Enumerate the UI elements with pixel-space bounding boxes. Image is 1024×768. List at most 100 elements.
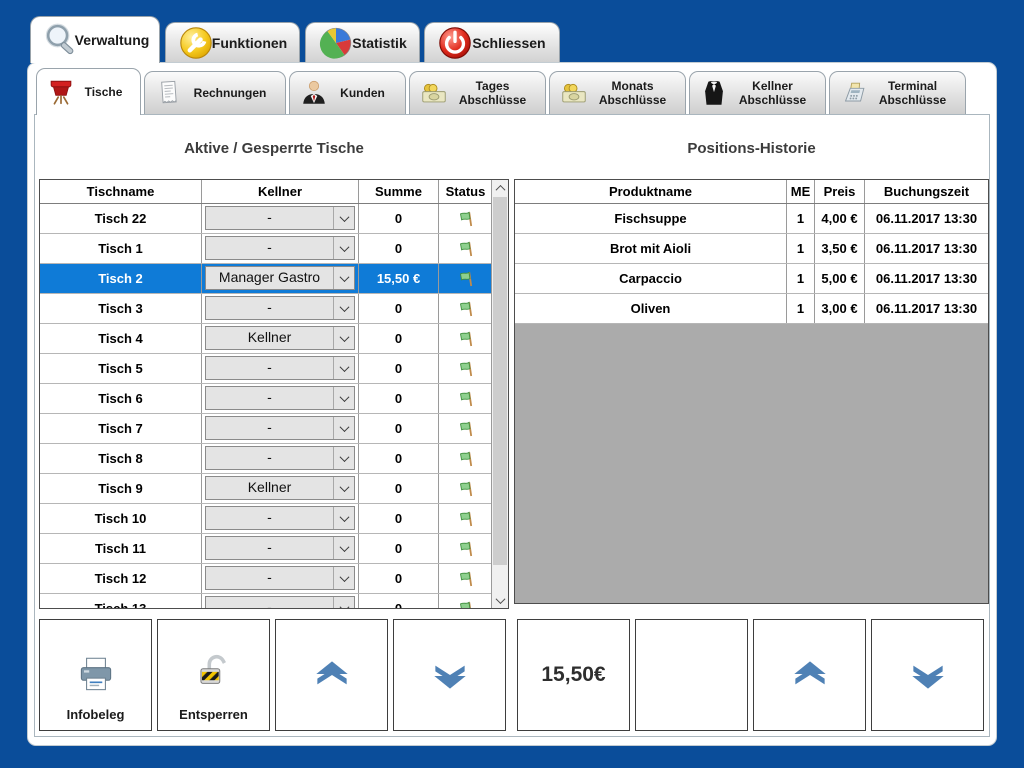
receipt-icon: [154, 78, 184, 108]
table-name-cell: Tisch 4: [40, 324, 202, 353]
double-chevron-down-icon: [905, 652, 951, 698]
table-row[interactable]: Tisch 2 Manager Gastro 15,50 €: [40, 264, 492, 294]
chevron-down-icon: [333, 447, 354, 469]
produkt-cell: Brot mit Aioli: [515, 234, 787, 263]
infobeleg-button[interactable]: Infobeleg: [39, 619, 152, 731]
table-row[interactable]: Tisch 11 - 0: [40, 534, 492, 564]
table-row[interactable]: Tisch 22 - 0: [40, 204, 492, 234]
chevron-down-icon: [333, 267, 354, 289]
waiter-icon: [699, 78, 729, 108]
history-row[interactable]: Fischsuppe 1 4,00 € 06.11.2017 13:30: [515, 204, 988, 234]
entsperren-button[interactable]: Entsperren: [157, 619, 270, 731]
terminal-icon: [839, 78, 869, 108]
table-name-cell: Tisch 9: [40, 474, 202, 503]
zeit-cell: 06.11.2017 13:30: [865, 204, 988, 233]
table-name-cell: Tisch 22: [40, 204, 202, 233]
kellner-select[interactable]: Kellner: [205, 326, 355, 350]
kellner-select[interactable]: -: [205, 416, 355, 440]
table-row[interactable]: Tisch 1 - 0: [40, 234, 492, 264]
kellner-select[interactable]: -: [205, 356, 355, 380]
kellner-select[interactable]: -: [205, 536, 355, 560]
app-window: Tische Rechnungen Kunden TagesAbschlüsse…: [27, 62, 997, 746]
status-cell: [439, 444, 492, 473]
table-row[interactable]: Tisch 6 - 0: [40, 384, 492, 414]
table-row[interactable]: Tisch 13 - 0: [40, 594, 492, 609]
scrollbar[interactable]: [491, 180, 508, 608]
kellner-select[interactable]: -: [205, 236, 355, 260]
tab-statistik[interactable]: Statistik: [305, 22, 420, 62]
chevron-down-icon: [333, 507, 354, 529]
table-row[interactable]: Tisch 12 - 0: [40, 564, 492, 594]
chevron-down-icon: [333, 327, 354, 349]
history-scroll-down-button[interactable]: [871, 619, 984, 731]
summe-cell: 0: [359, 354, 439, 383]
kellner-select[interactable]: -: [205, 566, 355, 590]
table-row[interactable]: Tisch 3 - 0: [40, 294, 492, 324]
tab-kunden[interactable]: Kunden: [289, 71, 406, 114]
kellner-select[interactable]: Manager Gastro: [205, 266, 355, 290]
summe-cell: 0: [359, 324, 439, 353]
tab-funktionen[interactable]: Funktionen: [165, 22, 300, 62]
summe-cell: 0: [359, 234, 439, 263]
empty-button[interactable]: [635, 619, 748, 731]
cash-icon: [559, 78, 589, 108]
kellner-select[interactable]: -: [205, 206, 355, 230]
table-name-cell: Tisch 11: [40, 534, 202, 563]
tab-kellner-abschluesse[interactable]: KellnerAbschlüsse: [689, 71, 826, 114]
table-icon: [46, 77, 76, 107]
kellner-select[interactable]: -: [205, 446, 355, 470]
table-row[interactable]: Tisch 4 Kellner 0: [40, 324, 492, 354]
status-cell: [439, 564, 492, 593]
summe-cell: 0: [359, 564, 439, 593]
summe-cell: 0: [359, 504, 439, 533]
kellner-cell: -: [202, 564, 359, 593]
cash-icon: [419, 78, 449, 108]
table-row[interactable]: Tisch 10 - 0: [40, 504, 492, 534]
tables-table: Tischname Kellner Summe Status Tisch 22 …: [39, 179, 509, 609]
history-row[interactable]: Carpaccio 1 5,00 € 06.11.2017 13:30: [515, 264, 988, 294]
status-cell: [439, 234, 492, 263]
tables-scroll-down-button[interactable]: [393, 619, 506, 731]
tab-schliessen[interactable]: Schliessen: [424, 22, 560, 62]
table-row[interactable]: Tisch 5 - 0: [40, 354, 492, 384]
tab-rechnungen[interactable]: Rechnungen: [144, 71, 286, 114]
me-cell: 1: [787, 234, 815, 263]
scroll-up-icon[interactable]: [492, 180, 508, 196]
table-row[interactable]: Tisch 8 - 0: [40, 444, 492, 474]
tab-verwaltung[interactable]: Verwaltung: [30, 16, 160, 63]
kellner-cell: -: [202, 354, 359, 383]
amount-button[interactable]: 15,50€: [517, 619, 630, 731]
tab-monats-abschluesse[interactable]: MonatsAbschlüsse: [549, 71, 686, 114]
kellner-select[interactable]: -: [205, 506, 355, 530]
tab-tages-abschluesse[interactable]: TagesAbschlüsse: [409, 71, 546, 114]
zeit-cell: 06.11.2017 13:30: [865, 294, 988, 323]
tab-tische[interactable]: Tische: [36, 68, 141, 115]
scroll-down-icon[interactable]: [492, 592, 508, 608]
col-produktname: Produktname: [515, 180, 787, 203]
history-row[interactable]: Brot mit Aioli 1 3,50 € 06.11.2017 13:30: [515, 234, 988, 264]
tables-scroll-up-button[interactable]: [275, 619, 388, 731]
status-cell: [439, 324, 492, 353]
kellner-cell: -: [202, 534, 359, 563]
history-row[interactable]: Oliven 1 3,00 € 06.11.2017 13:30: [515, 294, 988, 324]
kellner-cell: -: [202, 204, 359, 233]
status-cell: [439, 294, 492, 323]
kellner-select[interactable]: -: [205, 296, 355, 320]
unlock-icon: [191, 652, 237, 698]
table-row[interactable]: Tisch 9 Kellner 0: [40, 474, 492, 504]
status-cell: [439, 504, 492, 533]
kellner-cell: -: [202, 384, 359, 413]
status-flag-icon: [456, 479, 476, 499]
button-label: Infobeleg: [40, 707, 151, 722]
kellner-select[interactable]: -: [205, 596, 355, 609]
status-flag-icon: [456, 329, 476, 349]
status-cell: [439, 384, 492, 413]
kellner-select[interactable]: Kellner: [205, 476, 355, 500]
kellner-select[interactable]: -: [205, 386, 355, 410]
history-scroll-up-button[interactable]: [753, 619, 866, 731]
wrench-icon: [178, 25, 214, 61]
scrollbar-thumb[interactable]: [493, 197, 507, 565]
kellner-cell: -: [202, 294, 359, 323]
tab-terminal-abschluesse[interactable]: TerminalAbschlüsse: [829, 71, 966, 114]
table-row[interactable]: Tisch 7 - 0: [40, 414, 492, 444]
